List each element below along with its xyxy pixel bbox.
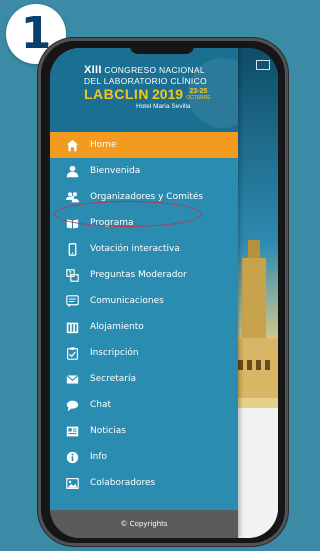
event-edition: XIII (84, 64, 102, 76)
menu-label: Noticias (90, 426, 126, 436)
mail-icon[interactable] (256, 60, 270, 70)
menu-item-secretaria[interactable]: Secretaría (50, 366, 238, 392)
menu-label: Secretaría (90, 374, 136, 384)
menu-label: Colaboradores (90, 478, 156, 488)
phone-screen: XIII CONGRESO NACIONAL DEL LABORATORIO C… (50, 48, 278, 538)
person-icon (66, 165, 79, 178)
torre-del-oro-illustration (242, 240, 266, 338)
menu-item-colaboradores[interactable]: Colaboradores (50, 470, 238, 496)
comments-icon (66, 294, 79, 308)
drawer-footer: © Copyrights (50, 510, 238, 538)
event-dates: 23-25 OCTUBRE (186, 88, 210, 101)
event-dates-days: 23-25 (189, 87, 208, 95)
question-icon: ? (66, 268, 79, 282)
checklist-icon (66, 346, 79, 360)
menu-label: Chat (90, 400, 112, 410)
event-name: LABCLIN (84, 86, 149, 102)
event-dates-month: OCTUBRE (186, 94, 211, 101)
menu-label: Bienvenida (90, 166, 141, 176)
menu-label: Comunicaciones (90, 296, 164, 306)
menu-label: Organizadores y Comités (90, 192, 204, 202)
event-name-row: LABCLIN 2019 23-25 OCTUBRE (84, 87, 234, 101)
building-illustration (234, 338, 278, 398)
drawer-header: XIII CONGRESO NACIONAL DEL LABORATORIO C… (50, 48, 238, 132)
menu-label: Info (90, 452, 108, 462)
mobile-icon (66, 242, 79, 256)
event-title-line1: XIII CONGRESO NACIONAL (84, 64, 234, 76)
menu-item-chat[interactable]: Chat (50, 392, 238, 418)
menu-item-alojamiento[interactable]: Alojamiento (50, 314, 238, 340)
people-icon (66, 191, 79, 204)
menu-label: Votación interactiva (90, 244, 180, 254)
event-venue: Hotel María Sevilla (136, 103, 191, 110)
banner-area (234, 408, 278, 538)
menu-item-organizadores[interactable]: Organizadores y Comités (50, 184, 238, 210)
event-title-line2: DEL LABORATORIO CLÍNICO (84, 76, 207, 86)
menu-label: Programa (90, 218, 134, 228)
home-icon (66, 139, 79, 152)
newspaper-icon (66, 425, 79, 438)
menu-label: Inscripción (90, 348, 139, 358)
svg-text:?: ? (69, 271, 72, 277)
menu-item-home[interactable]: Home (50, 132, 238, 158)
drawer-menu: Home Bienvenida Organizadores y Comités … (50, 132, 238, 496)
menu-label: Alojamiento (90, 322, 144, 332)
menu-item-votacion-interactiva[interactable]: Votación interactiva (50, 236, 238, 262)
menu-item-programa[interactable]: Programa (50, 210, 238, 236)
menu-item-info[interactable]: Info (50, 444, 238, 470)
image-icon (66, 477, 79, 490)
menu-label: Preguntas Moderador (90, 270, 187, 280)
event-year: 2019 (151, 86, 184, 102)
envelope-icon (66, 373, 79, 386)
menu-item-comunicaciones[interactable]: Comunicaciones (50, 288, 238, 314)
building-icon (66, 321, 79, 334)
menu-item-inscripcion[interactable]: Inscripción (50, 340, 238, 366)
info-icon (66, 451, 79, 464)
menu-label: Home (90, 140, 117, 150)
phone-notch (130, 44, 194, 54)
copyright-text: © Copyrights (120, 520, 168, 528)
book-icon (66, 217, 79, 230)
navigation-drawer: XIII CONGRESO NACIONAL DEL LABORATORIO C… (50, 48, 238, 538)
menu-item-noticias[interactable]: Noticias (50, 418, 238, 444)
event-logo: XIII CONGRESO NACIONAL DEL LABORATORIO C… (84, 64, 234, 110)
menu-item-preguntas-moderador[interactable]: ? Preguntas Moderador (50, 262, 238, 288)
event-title-part: CONGRESO NACIONAL (101, 65, 205, 75)
app-background (234, 48, 278, 538)
menu-item-bienvenida[interactable]: Bienvenida (50, 158, 238, 184)
chat-icon (66, 399, 79, 412)
